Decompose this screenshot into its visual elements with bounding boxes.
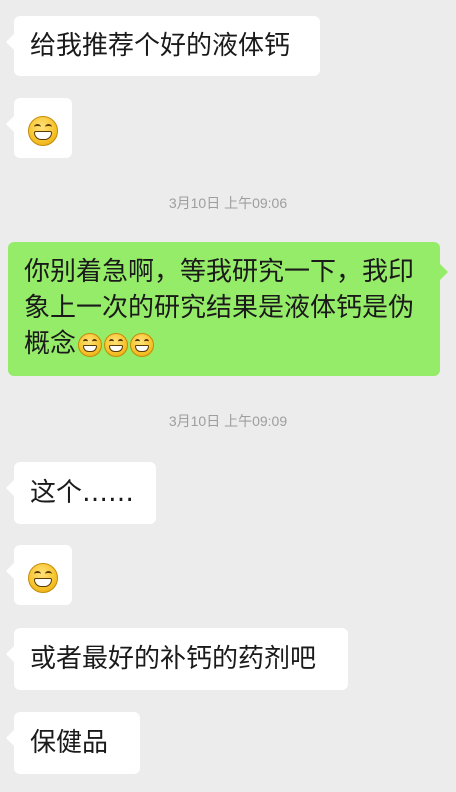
laughing-face-icon xyxy=(104,332,129,357)
message-text: 这个…… xyxy=(30,478,135,508)
incoming-message-bubble[interactable]: 保健品 xyxy=(6,712,140,774)
message-text: 或者最好的补钙的药剂吧 xyxy=(30,644,317,674)
message-text: 保健品 xyxy=(30,728,109,758)
grinning-face-icon xyxy=(28,562,58,593)
message-text-line: 象上一次的研究结果是液体钙是伪 xyxy=(24,293,415,323)
timestamp: 3月10日 上午09:09 xyxy=(168,413,288,429)
incoming-emoji-bubble[interactable] xyxy=(6,545,72,605)
incoming-message-bubble[interactable]: 这个…… xyxy=(6,462,156,524)
outgoing-message-bubble[interactable]: 你别着急啊，等我研究一下，我印 象上一次的研究结果是液体钙是伪 概念 xyxy=(8,242,448,376)
incoming-message-bubble[interactable]: 给我推荐个好的液体钙 xyxy=(6,16,320,76)
grinning-face-icon xyxy=(28,115,58,146)
laughing-face-icon xyxy=(130,332,155,357)
incoming-message-bubble[interactable]: 或者最好的补钙的药剂吧 xyxy=(6,628,348,690)
message-text-line-with-emojis: 概念 xyxy=(24,326,424,362)
timestamp: 3月10日 上午09:06 xyxy=(168,195,288,211)
laughing-face-icon xyxy=(78,332,103,357)
message-text: 给我推荐个好的液体钙 xyxy=(30,31,291,61)
message-text-line: 你别着急啊，等我研究一下，我印 xyxy=(24,257,415,287)
incoming-emoji-bubble[interactable] xyxy=(6,98,72,158)
